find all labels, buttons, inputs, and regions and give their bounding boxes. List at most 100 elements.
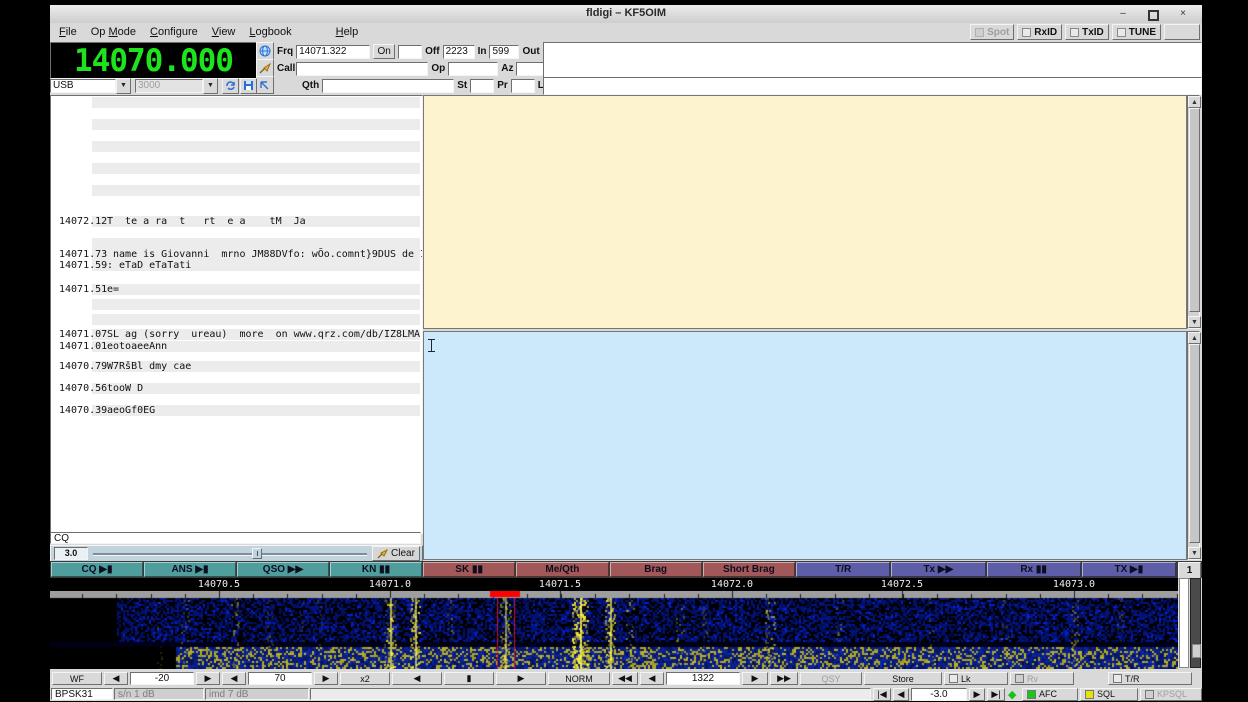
- audio-frequency-value[interactable]: 1322: [666, 672, 740, 685]
- browser-row[interactable]: [51, 185, 422, 196]
- macro-brag-button[interactable]: Brag: [610, 562, 702, 577]
- browser-row[interactable]: [51, 119, 422, 130]
- upper-signal-down-button[interactable]: ◀: [104, 672, 128, 685]
- browser-row[interactable]: 14071.01eotoaeeAnn: [51, 341, 422, 352]
- blank-toggle[interactable]: [1164, 24, 1200, 40]
- freq-up-button[interactable]: ▶: [742, 672, 768, 685]
- maximize-icon[interactable]: [1146, 7, 1160, 21]
- waterfall-canvas[interactable]: [50, 591, 1178, 669]
- signal-range-value[interactable]: 70: [248, 672, 312, 685]
- upper-signal-up-button[interactable]: ▶: [196, 672, 220, 685]
- afc-max-button[interactable]: ▶|: [987, 688, 1005, 701]
- browser-squelch-slider[interactable]: [93, 548, 367, 559]
- macro-cq-button[interactable]: CQ ▶▮: [51, 562, 143, 577]
- notes-field[interactable]: [543, 42, 1202, 78]
- wf-center-button[interactable]: ▮: [444, 672, 494, 685]
- browser-row[interactable]: 14070.39aeoGf0EG: [51, 405, 422, 416]
- afc-toggle[interactable]: AFC: [1022, 688, 1078, 701]
- minimize-icon[interactable]: –: [1116, 7, 1130, 21]
- signal-browser[interactable]: 14072.12T te a ra t rt e a tM Ja 14071.73…: [50, 95, 423, 534]
- macro-tr-button[interactable]: T/R: [796, 562, 890, 577]
- close-icon[interactable]: ×: [1176, 7, 1190, 21]
- browser-row[interactable]: [51, 238, 422, 249]
- scroll-thumb[interactable]: [1189, 344, 1200, 543]
- store-button[interactable]: Store: [864, 672, 942, 685]
- afc-up-button[interactable]: ▶: [969, 688, 985, 701]
- freq-coarse-down-button[interactable]: ◀◀: [612, 672, 638, 685]
- browser-row[interactable]: [51, 141, 422, 152]
- wf-speed-button[interactable]: NORM: [548, 672, 610, 685]
- txid-toggle[interactable]: TxID: [1065, 24, 1109, 40]
- rx-text-panel[interactable]: [423, 95, 1187, 329]
- slider-handle[interactable]: [252, 548, 262, 559]
- macro-txend-button[interactable]: TX ▶▮: [1082, 562, 1176, 577]
- upper-signal-value[interactable]: -20: [130, 672, 194, 685]
- bandwidth-dropdown-icon[interactable]: ▼: [203, 78, 218, 94]
- browser-row[interactable]: [51, 163, 422, 174]
- afc-min-button[interactable]: |◀: [873, 688, 891, 701]
- macro-set-button[interactable]: 1: [1178, 562, 1201, 579]
- mode-combo[interactable]: USB ▼: [50, 78, 131, 94]
- sql-toggle[interactable]: SQL: [1080, 688, 1138, 701]
- wf-scroll-left-button[interactable]: ◀: [392, 672, 442, 685]
- browser-row[interactable]: [51, 299, 422, 310]
- call-field[interactable]: [296, 62, 428, 76]
- browser-row[interactable]: 14071.51e=: [51, 284, 422, 295]
- op-field[interactable]: [448, 62, 498, 76]
- browser-row[interactable]: 14070.79W7RšBl dmy cae: [51, 361, 422, 372]
- macro-sk-button[interactable]: SK ▮▮: [423, 562, 515, 577]
- freq-down-button[interactable]: ◀: [640, 672, 664, 685]
- menu-file[interactable]: File: [52, 24, 84, 40]
- reset-filter-button[interactable]: [222, 78, 239, 94]
- macro-rx-button[interactable]: Rx ▮▮: [987, 562, 1081, 577]
- signal-range-up-button[interactable]: ▶: [314, 672, 338, 685]
- kpsql-toggle[interactable]: KPSQL: [1140, 688, 1202, 701]
- wf-zoom-button[interactable]: x2: [340, 672, 390, 685]
- scroll-up-icon[interactable]: ▲: [1188, 332, 1201, 344]
- browser-row[interactable]: 14071.07SL ag (sorry ureau) more on www.…: [51, 329, 422, 340]
- macro-ans-button[interactable]: ANS ▶▮: [144, 562, 236, 577]
- browser-row[interactable]: [51, 97, 422, 108]
- browser-row[interactable]: [51, 314, 422, 325]
- qth-field[interactable]: [322, 79, 454, 93]
- menu-logbook[interactable]: Logbook: [242, 24, 298, 40]
- wf-mode-button[interactable]: WF: [52, 672, 102, 685]
- frequency-display[interactable]: 14070.000: [50, 42, 257, 79]
- store-settings-button[interactable]: [240, 78, 257, 94]
- scroll-down-icon[interactable]: ▼: [1188, 316, 1201, 328]
- browser-row[interactable]: 14071.59: eTaD eTaTati: [51, 260, 422, 271]
- browser-search-field[interactable]: CQ: [50, 532, 421, 544]
- menu-configure[interactable]: Configure: [143, 24, 205, 40]
- macro-tx-button[interactable]: Tx ▶▶: [891, 562, 985, 577]
- frq-field[interactable]: 14071.322: [296, 45, 370, 59]
- browser-row[interactable]: 14072.12T te a ra t rt e a tM Ja: [51, 216, 422, 227]
- titlebar[interactable]: fldigi – KF5OIM – ×: [50, 5, 1202, 24]
- afc-down-button[interactable]: ◀: [893, 688, 909, 701]
- rx-scrollbar[interactable]: ▲ ▼: [1187, 95, 1200, 329]
- scroll-up-icon[interactable]: ▲: [1188, 96, 1201, 108]
- menu-help[interactable]: Help: [329, 24, 366, 40]
- tx-scrollbar[interactable]: ▲ ▼: [1187, 331, 1200, 560]
- pr-field[interactable]: [511, 79, 535, 93]
- afc-offset-value[interactable]: -3.0: [911, 688, 967, 701]
- qrz-lookup-button[interactable]: [256, 42, 274, 60]
- wf-scroll-right-button[interactable]: ▶: [496, 672, 546, 685]
- browser-row[interactable]: 14071.73 name is Giovanni mrno JM88DVfo:…: [51, 249, 422, 260]
- slider-handle[interactable]: [1192, 644, 1201, 658]
- squelch-slider[interactable]: [1190, 578, 1201, 668]
- browser-clear-button[interactable]: Clear: [372, 546, 420, 561]
- az-field[interactable]: [516, 62, 544, 76]
- time-on-field[interactable]: [398, 45, 422, 59]
- rxid-toggle[interactable]: RxID: [1017, 24, 1062, 40]
- macro-meqth-button[interactable]: Me/Qth: [516, 562, 608, 577]
- country-field[interactable]: [543, 77, 1202, 95]
- mode-dropdown-icon[interactable]: ▼: [116, 78, 131, 94]
- scroll-thumb[interactable]: [1189, 108, 1200, 312]
- mode-status[interactable]: BPSK31: [51, 688, 113, 700]
- macro-kn-button[interactable]: KN ▮▮: [330, 562, 422, 577]
- wf-tr-toggle[interactable]: T/R: [1108, 672, 1192, 685]
- signal-range-down-button[interactable]: ◀: [222, 672, 246, 685]
- lock-toggle[interactable]: Lk: [944, 672, 1008, 685]
- macro-qso-button[interactable]: QSO ▶▶: [237, 562, 329, 577]
- on-button[interactable]: On: [373, 44, 395, 59]
